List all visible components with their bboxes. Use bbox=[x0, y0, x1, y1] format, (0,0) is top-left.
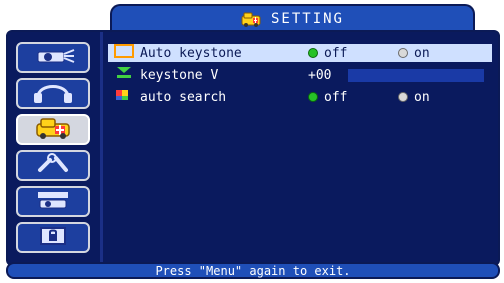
title-tab: SETTING bbox=[110, 4, 475, 32]
page-title: SETTING bbox=[270, 11, 344, 27]
projector-icon bbox=[30, 44, 76, 72]
keystone-v-label: keystone V bbox=[140, 67, 219, 83]
auto-keystone-icon bbox=[114, 44, 134, 62]
row-label: auto search bbox=[114, 88, 226, 106]
sidebar-item-setting[interactable] bbox=[16, 114, 90, 145]
keystone-v-value: +00 bbox=[308, 67, 332, 83]
footer-hint: Press "Menu" again to exit. bbox=[155, 263, 351, 278]
menu-row-auto-search[interactable]: auto search off on bbox=[108, 88, 492, 106]
auto-search-icon bbox=[114, 88, 134, 106]
tools-icon bbox=[30, 152, 76, 180]
sidebar-item-tools[interactable] bbox=[16, 150, 90, 181]
slider-track bbox=[348, 68, 484, 82]
auto-search-off-label: off bbox=[324, 89, 348, 105]
auto-search-on-label: on bbox=[414, 89, 430, 105]
lock-icon bbox=[36, 224, 70, 252]
sidebar bbox=[12, 38, 98, 260]
menu-panel: Auto keystone off on keystone V +00 auto… bbox=[6, 30, 500, 266]
setting-icon bbox=[33, 116, 73, 144]
radio-unselected-icon bbox=[398, 92, 408, 102]
radio-unselected-icon bbox=[398, 48, 408, 58]
setting-icon bbox=[241, 11, 261, 27]
row-label: keystone V bbox=[114, 66, 218, 84]
auto-keystone-on-label: on bbox=[414, 45, 430, 61]
row-label: Auto keystone bbox=[114, 44, 242, 62]
radio-selected-icon bbox=[308, 48, 318, 58]
auto-keystone-label: Auto keystone bbox=[140, 45, 242, 61]
screen-icon bbox=[30, 188, 76, 216]
auto-search-on-option[interactable]: on bbox=[398, 90, 430, 105]
footer-hint-bar: Press "Menu" again to exit. bbox=[6, 262, 500, 279]
audio-icon bbox=[28, 79, 78, 109]
sidebar-divider bbox=[100, 32, 103, 264]
auto-keystone-off-label: off bbox=[324, 45, 348, 61]
menu-row-auto-keystone[interactable]: Auto keystone off on bbox=[108, 44, 492, 62]
sidebar-item-audio[interactable] bbox=[16, 78, 90, 109]
keystone-v-icon bbox=[114, 66, 134, 84]
keystone-v-slider[interactable]: +00 bbox=[308, 67, 484, 83]
sidebar-item-lock[interactable] bbox=[16, 222, 90, 253]
auto-keystone-on-option[interactable]: on bbox=[398, 46, 430, 61]
auto-search-label: auto search bbox=[140, 89, 227, 105]
auto-search-off-option[interactable]: off bbox=[308, 90, 347, 105]
radio-selected-icon bbox=[308, 92, 318, 102]
sidebar-item-screen[interactable] bbox=[16, 186, 90, 217]
auto-keystone-off-option[interactable]: off bbox=[308, 46, 347, 61]
menu-row-keystone-v[interactable]: keystone V +00 bbox=[108, 66, 492, 84]
sidebar-item-projector[interactable] bbox=[16, 42, 90, 73]
